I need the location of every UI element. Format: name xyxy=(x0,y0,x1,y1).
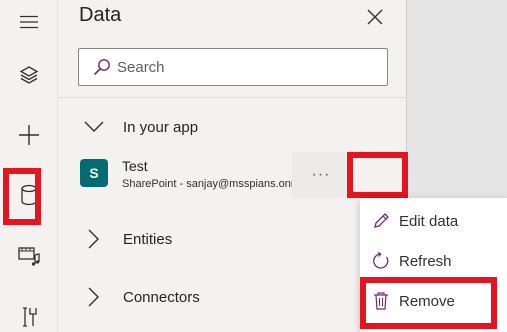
advanced-tools-button[interactable] xyxy=(0,295,58,332)
entities-group[interactable]: Entities xyxy=(58,222,406,256)
plus-icon xyxy=(19,125,39,145)
left-rail xyxy=(0,0,58,332)
entities-label: Entities xyxy=(123,230,173,248)
refresh-menu-item[interactable]: Refresh xyxy=(360,242,507,280)
search-icon xyxy=(93,58,111,76)
chevron-down-icon xyxy=(82,121,106,133)
refresh-label: Refresh xyxy=(399,252,452,270)
close-button[interactable] xyxy=(363,5,387,29)
highlight-box-more-options xyxy=(347,152,408,198)
media-icon xyxy=(18,247,40,266)
search-box[interactable] xyxy=(78,48,388,86)
hamburger-menu-button[interactable] xyxy=(0,0,58,44)
sharepoint-icon: S xyxy=(80,159,108,187)
close-icon xyxy=(367,9,383,25)
layers-icon xyxy=(19,66,39,84)
connectors-label: Connectors xyxy=(123,288,200,306)
divider xyxy=(58,97,406,98)
tree-view-button[interactable] xyxy=(0,53,58,97)
panel-title: Data xyxy=(79,4,122,26)
highlight-box-remove xyxy=(360,277,497,329)
highlight-box-data-button xyxy=(3,168,41,225)
search-input[interactable] xyxy=(117,58,367,76)
connectors-group[interactable]: Connectors xyxy=(58,280,406,314)
edit-data-menu-item[interactable]: Edit data xyxy=(360,202,507,240)
in-your-app-group[interactable]: In your app xyxy=(58,110,406,144)
edit-data-label: Edit data xyxy=(399,212,459,230)
tools-icon xyxy=(23,307,37,327)
in-your-app-label: In your app xyxy=(123,118,199,136)
chevron-right-icon xyxy=(82,229,106,249)
data-source-name: Test xyxy=(122,158,148,174)
pencil-icon xyxy=(370,212,392,230)
chevron-right-icon xyxy=(82,287,106,307)
insert-button[interactable] xyxy=(0,113,58,157)
refresh-icon xyxy=(370,252,392,270)
hamburger-icon xyxy=(20,15,38,29)
more-options-button[interactable]: ··· xyxy=(292,152,350,198)
media-button[interactable] xyxy=(0,234,58,278)
